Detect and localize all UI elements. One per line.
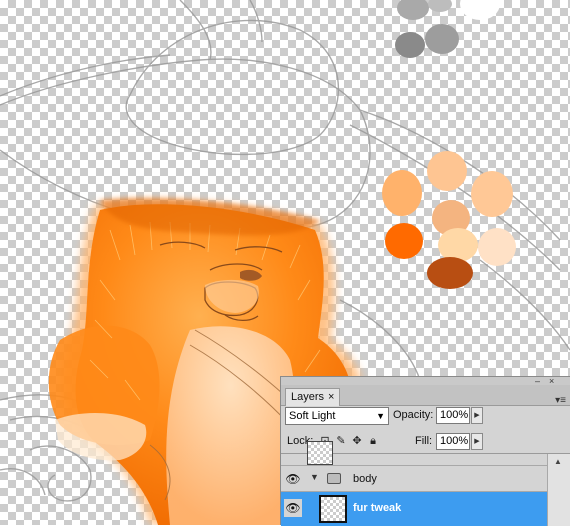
scroll-up-icon[interactable]: ▲ <box>554 457 562 466</box>
orange-swatches <box>382 151 516 289</box>
visibility-eye-icon[interactable]: 👁︎ <box>284 470 302 488</box>
fill-stepper-icon[interactable]: ▶ <box>471 433 483 450</box>
layer-row-partial[interactable] <box>281 441 547 466</box>
lock-pixels-icon[interactable]: ✎ <box>335 435 347 447</box>
tab-close-icon[interactable]: × <box>328 391 334 403</box>
lock-position-icon[interactable]: ✥ <box>351 435 363 447</box>
minimize-icon[interactable]: – <box>535 377 540 386</box>
panel-menu-icon[interactable]: ▾≡ <box>555 395 566 406</box>
opacity-stepper-icon[interactable]: ▶ <box>471 407 483 424</box>
folder-icon <box>327 473 341 484</box>
fill-input[interactable]: 100% <box>436 433 470 450</box>
expand-triangle-icon[interactable]: ▼ <box>310 472 319 482</box>
layer-name: body <box>353 473 377 485</box>
chevron-down-icon: ▼ <box>376 411 385 421</box>
layer-thumbnail <box>319 495 347 523</box>
layer-row-fur-tweak[interactable]: 👁︎ fur tweak <box>281 492 547 526</box>
panel-tab-row: Layers × ▾≡ <box>281 385 570 406</box>
blend-mode-select[interactable]: Soft Light ▼ <box>285 407 389 425</box>
layer-row-body-group[interactable]: 👁︎ ▼ body <box>281 466 547 492</box>
panel-titlebar[interactable]: – × <box>281 377 570 386</box>
opacity-input[interactable]: 100% <box>436 407 470 424</box>
visibility-eye-icon[interactable]: 👁︎ <box>284 499 302 517</box>
close-icon[interactable]: × <box>549 377 554 386</box>
tab-layers-label: Layers <box>291 391 325 403</box>
gray-swatches <box>395 0 500 58</box>
layers-scrollbar[interactable]: ▲ <box>547 454 570 526</box>
fill-label: Fill: <box>415 435 433 447</box>
layer-name: fur tweak <box>353 502 402 514</box>
opacity-label: Opacity: <box>393 409 434 421</box>
blend-mode-value: Soft Light <box>289 410 336 422</box>
layer-thumbnail <box>307 441 333 465</box>
tab-layers[interactable]: Layers × <box>285 388 341 406</box>
layers-panel: – × Layers × ▾≡ Soft Light ▼ Opacity: 100… <box>280 376 570 526</box>
lock-all-icon[interactable]: 🔒︎ <box>367 435 379 447</box>
